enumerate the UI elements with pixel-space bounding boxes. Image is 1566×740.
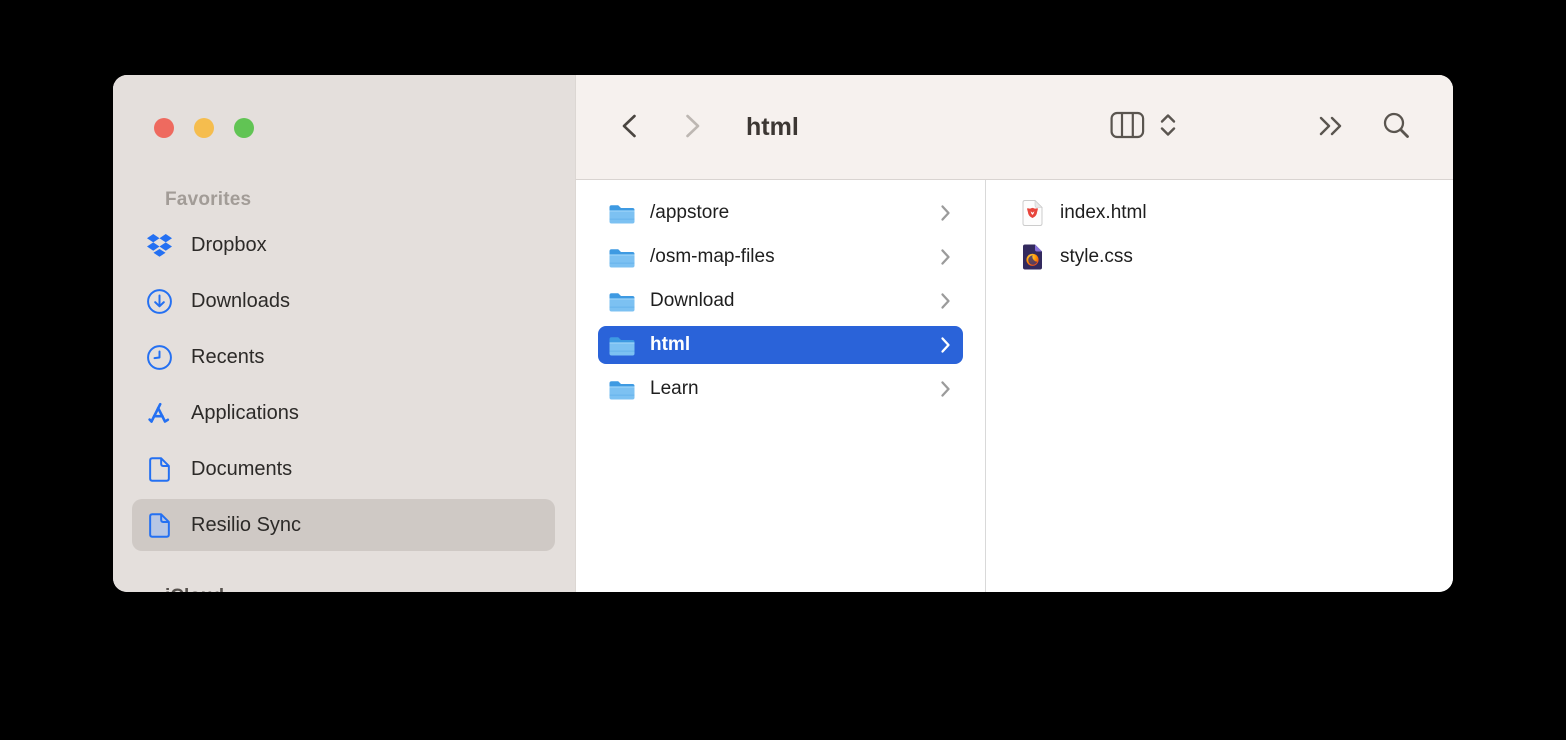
file-row[interactable]: style.css — [1008, 238, 1431, 276]
sidebar-item-label: Applications — [191, 402, 299, 425]
sidebar-favorites-list: Dropbox Downloads Recents Applications — [113, 219, 575, 551]
column-browser: /appstore /osm-map-files — [576, 180, 1453, 592]
file-row[interactable]: /osm-map-files — [598, 238, 963, 276]
file-label: html — [650, 334, 690, 356]
browser-column-1: /appstore /osm-map-files — [576, 180, 986, 592]
file-row[interactable]: Download — [598, 282, 963, 320]
folder-icon — [608, 378, 636, 401]
sidebar-item-label: Documents — [191, 458, 292, 481]
sidebar-section-favorites: Favorites — [165, 189, 575, 211]
close-button[interactable] — [154, 118, 174, 138]
sidebar-item[interactable]: Resilio Sync — [132, 499, 555, 551]
recents-icon — [146, 344, 173, 371]
file-label: Download — [650, 290, 735, 312]
back-button[interactable] — [620, 113, 638, 142]
file-row[interactable]: index.html — [1008, 194, 1431, 232]
search-icon — [1381, 111, 1411, 144]
more-toolbar-items-icon — [1317, 114, 1345, 141]
sidebar: Favorites Dropbox Downloads Recents — [113, 75, 575, 592]
file-row[interactable]: /appstore — [598, 194, 963, 232]
chevron-right-icon — [940, 248, 951, 266]
sidebar-item[interactable]: Dropbox — [132, 219, 555, 271]
folder-icon — [608, 202, 636, 225]
documents-icon — [146, 456, 173, 483]
forward-icon — [684, 113, 702, 142]
view-options-chevrons-icon — [1159, 113, 1177, 142]
more-toolbar-items-button[interactable] — [1317, 114, 1345, 141]
zoom-button[interactable] — [234, 118, 254, 138]
file-label: /appstore — [650, 202, 729, 224]
file-row[interactable]: Learn — [598, 370, 963, 408]
downloads-icon — [146, 288, 173, 315]
sidebar-item-label: Recents — [191, 346, 264, 369]
chevron-right-icon — [940, 380, 951, 398]
chevron-right-icon — [940, 204, 951, 222]
view-switcher[interactable] — [1110, 111, 1177, 144]
sidebar-item-label: Dropbox — [191, 234, 267, 257]
firefox-css-file-icon — [1018, 243, 1046, 271]
search-button[interactable] — [1381, 111, 1411, 144]
file-label: index.html — [1060, 202, 1147, 224]
brave-html-file-icon — [1018, 199, 1046, 227]
column-view-icon — [1110, 111, 1145, 144]
back-icon — [620, 113, 638, 142]
browser-column-2: index.html style.css — [986, 180, 1453, 592]
applications-icon — [146, 400, 173, 426]
chevron-right-icon — [940, 292, 951, 310]
file-row[interactable]: html — [598, 326, 963, 364]
sidebar-item-label: Downloads — [191, 290, 290, 313]
minimize-button[interactable] — [194, 118, 214, 138]
toolbar: html — [576, 75, 1453, 180]
forward-button[interactable] — [684, 113, 702, 142]
sidebar-section-icloud-clipped: iCloud — [165, 586, 224, 592]
sidebar-item-label: Resilio Sync — [191, 514, 301, 537]
finder-window: Favorites Dropbox Downloads Recents — [113, 75, 1453, 592]
window-controls — [113, 75, 575, 138]
dropbox-icon — [146, 234, 173, 257]
desktop: { "window": { "app": "Finder", "title": … — [0, 0, 1566, 740]
main-area: html — [575, 75, 1453, 592]
chevron-right-icon — [940, 336, 951, 354]
sidebar-item[interactable]: Recents — [132, 331, 555, 383]
folder-icon — [608, 246, 636, 269]
file-label: Learn — [650, 378, 699, 400]
sidebar-item[interactable]: Downloads — [132, 275, 555, 327]
file-label: /osm-map-files — [650, 246, 775, 268]
folder-icon — [608, 290, 636, 313]
sidebar-item[interactable]: Applications — [132, 387, 555, 439]
file-label: style.css — [1060, 246, 1133, 268]
sidebar-item[interactable]: Documents — [132, 443, 555, 495]
folder-icon — [608, 334, 636, 357]
toolbar-title: html — [746, 113, 799, 142]
resilio-sync-icon — [146, 512, 173, 539]
